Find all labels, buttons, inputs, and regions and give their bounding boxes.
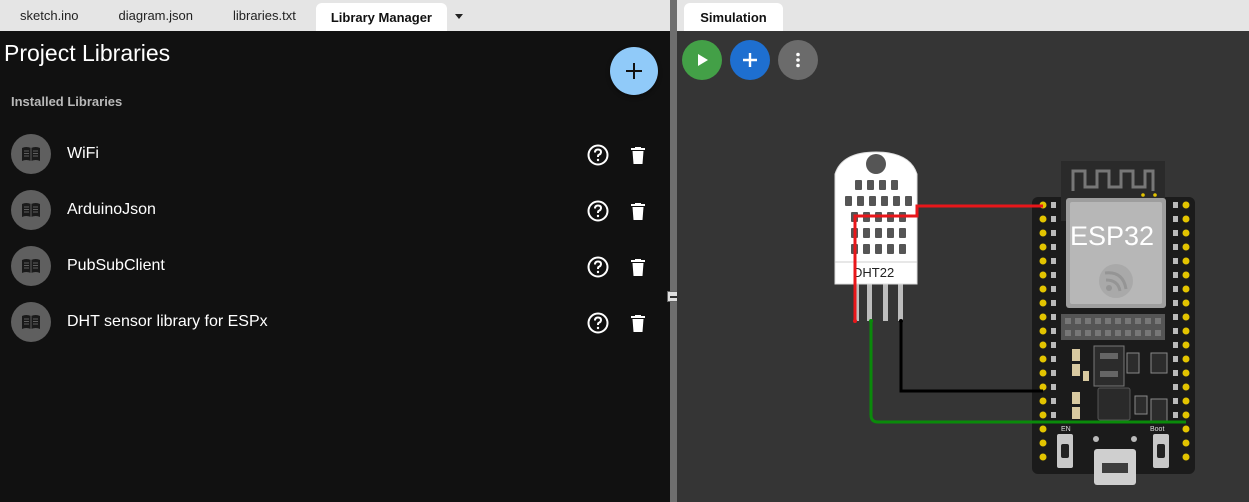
help-circle-icon[interactable]	[586, 199, 610, 223]
help-circle-icon[interactable]	[586, 143, 610, 167]
board-label: ESP32	[1070, 221, 1154, 251]
trash-icon[interactable]	[626, 143, 650, 167]
simulation-pane: Simulation ESP32 EN Boot DHT22	[677, 0, 1249, 502]
book-icon	[22, 315, 40, 329]
library-item-arduinojson: ArduinoJson	[0, 182, 670, 238]
start-simulation-button[interactable]	[682, 40, 722, 80]
espressif-logo-icon	[1099, 264, 1133, 298]
wire-gnd[interactable]	[899, 321, 1043, 393]
section-label: Installed Libraries	[11, 94, 123, 109]
page-title: Project Libraries	[4, 40, 171, 66]
library-avatar	[11, 190, 51, 230]
trash-icon[interactable]	[626, 311, 650, 335]
book-icon	[22, 147, 40, 161]
simulation-canvas[interactable]: ESP32 EN Boot DHT22	[677, 31, 1249, 502]
editor-pane: sketch.ino diagram.json libraries.txt Li…	[0, 0, 670, 502]
play-icon	[698, 54, 708, 66]
minus-icon	[670, 295, 677, 298]
library-avatar	[11, 134, 51, 174]
tab-diagram-json[interactable]: diagram.json	[99, 0, 213, 31]
add-part-button[interactable]	[730, 40, 770, 80]
simulation-tab-bar: Simulation	[677, 0, 1249, 31]
en-label: EN	[1061, 426, 1071, 433]
library-item-wifi: WiFi	[0, 126, 670, 182]
trash-icon[interactable]	[626, 199, 650, 223]
book-icon	[22, 203, 40, 217]
library-avatar	[11, 302, 51, 342]
library-name: WiFi	[67, 145, 99, 162]
add-library-button[interactable]	[610, 47, 658, 95]
tab-sketch-ino[interactable]: sketch.ino	[0, 0, 99, 31]
tab-simulation[interactable]: Simulation	[684, 3, 783, 31]
esp32-board[interactable]: ESP32 EN Boot	[1032, 161, 1195, 485]
editor-tab-bar: sketch.ino diagram.json libraries.txt Li…	[0, 0, 670, 31]
tab-library-manager[interactable]: Library Manager	[315, 3, 447, 31]
help-circle-icon[interactable]	[586, 311, 610, 335]
plus-icon	[743, 53, 757, 67]
book-icon	[22, 259, 40, 273]
library-avatar	[11, 246, 51, 286]
help-circle-icon[interactable]	[586, 255, 610, 279]
caret-down-icon	[455, 13, 463, 19]
plus-icon	[626, 63, 642, 79]
library-item-pubsubclient: PubSubClient	[0, 238, 670, 294]
tab-overflow-dropdown[interactable]	[447, 0, 471, 31]
more-vert-icon	[796, 52, 800, 68]
tab-libraries-txt[interactable]: libraries.txt	[213, 0, 316, 31]
library-name: ArduinoJson	[67, 201, 156, 218]
pane-divider[interactable]	[670, 0, 677, 502]
trash-icon[interactable]	[626, 255, 650, 279]
library-name: DHT sensor library for ESPx	[67, 313, 268, 330]
sensor-label: DHT22	[853, 265, 894, 280]
more-options-button[interactable]	[778, 40, 818, 80]
library-item-dht-sensor: DHT sensor library for ESPx	[0, 294, 670, 350]
app-root: sketch.ino diagram.json libraries.txt Li…	[0, 0, 1249, 502]
boot-label: Boot	[1150, 426, 1164, 433]
dht22-sensor[interactable]: DHT22	[834, 151, 918, 321]
library-name: PubSubClient	[67, 257, 165, 274]
